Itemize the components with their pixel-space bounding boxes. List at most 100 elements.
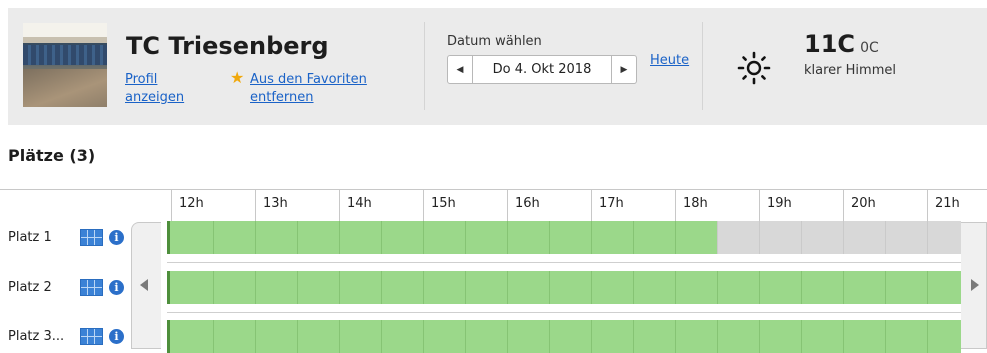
free-slot[interactable] (843, 271, 885, 304)
today-link[interactable]: Heute (650, 53, 689, 68)
free-slot[interactable] (213, 271, 255, 304)
free-slot[interactable] (167, 271, 213, 304)
free-slot[interactable] (423, 320, 465, 353)
court-grid-icon[interactable] (80, 279, 103, 296)
free-slot[interactable] (255, 271, 297, 304)
arrow-left-icon (140, 279, 148, 291)
booked-slot[interactable] (843, 221, 885, 254)
free-slot[interactable] (717, 320, 759, 353)
free-slot[interactable] (465, 271, 507, 304)
free-slot[interactable] (759, 271, 801, 304)
info-icon[interactable]: i (109, 329, 124, 344)
booked-slot[interactable] (885, 221, 927, 254)
free-slot[interactable] (381, 221, 423, 254)
free-slot[interactable] (381, 320, 423, 353)
free-slot[interactable] (675, 271, 717, 304)
hour-label: 19h (759, 190, 843, 221)
free-slot[interactable] (255, 221, 297, 254)
free-slot[interactable] (549, 221, 591, 254)
court-name: Platz 1 (8, 230, 52, 245)
sun-icon (737, 51, 771, 85)
booked-slot[interactable] (717, 221, 759, 254)
club-header: TC Triesenberg Profil anzeigen ★ Aus den… (8, 8, 987, 125)
booked-slot[interactable] (927, 221, 961, 254)
lane-separator (167, 312, 961, 313)
free-slot[interactable] (801, 320, 843, 353)
profile-link[interactable]: Profil anzeigen (125, 71, 205, 107)
date-label: Datum wählen (447, 34, 542, 49)
hour-label: 14h (339, 190, 423, 221)
free-slot[interactable] (339, 271, 381, 304)
free-slot[interactable] (213, 221, 255, 254)
weather-description: klarer Himmel (804, 63, 896, 78)
date-value[interactable]: Do 4. Okt 2018 (473, 56, 611, 83)
court-name: Platz 2 (8, 280, 52, 295)
hour-label: 17h (591, 190, 675, 221)
free-slot[interactable] (633, 271, 675, 304)
free-slot[interactable] (591, 221, 633, 254)
free-slot[interactable] (675, 320, 717, 353)
free-slot[interactable] (297, 320, 339, 353)
free-slot[interactable] (717, 271, 759, 304)
free-slot[interactable] (339, 221, 381, 254)
free-slot[interactable] (297, 271, 339, 304)
free-slot[interactable] (423, 221, 465, 254)
free-slot[interactable] (339, 320, 381, 353)
free-slot[interactable] (465, 221, 507, 254)
court-grid-icon[interactable] (80, 229, 103, 246)
hour-label: 21h (927, 190, 987, 221)
free-slot[interactable] (213, 320, 255, 353)
free-slot[interactable] (167, 221, 213, 254)
arrow-right-icon (971, 279, 979, 291)
court-grid-icon[interactable] (80, 328, 103, 345)
free-slot[interactable] (507, 221, 549, 254)
info-icon[interactable]: i (109, 280, 124, 295)
free-slot[interactable] (507, 320, 549, 353)
court-name: Platz 3... (8, 329, 65, 344)
free-slot[interactable] (633, 320, 675, 353)
remove-favorite-link[interactable]: Aus den Favoriten entfernen (250, 71, 390, 107)
free-slot[interactable] (759, 320, 801, 353)
free-slot[interactable] (423, 271, 465, 304)
free-slot[interactable] (507, 271, 549, 304)
date-picker: ◀ Do 4. Okt 2018 ▶ (447, 55, 637, 84)
free-slot[interactable] (801, 271, 843, 304)
free-slot[interactable] (843, 320, 885, 353)
club-name: TC Triesenberg (126, 32, 329, 60)
hour-label: 12h (171, 190, 255, 221)
court-lane (167, 221, 961, 254)
free-slot[interactable] (167, 320, 213, 353)
free-slot[interactable] (675, 221, 717, 254)
hour-label: 13h (255, 190, 339, 221)
free-slot[interactable] (297, 221, 339, 254)
previous-day-button[interactable]: ◀ (448, 56, 473, 83)
temperature-low: 0C (860, 40, 879, 56)
hour-label: 20h (843, 190, 927, 221)
free-slot[interactable] (633, 221, 675, 254)
free-slot[interactable] (255, 320, 297, 353)
hour-label: 16h (507, 190, 591, 221)
club-photo[interactable] (23, 23, 107, 107)
free-slot[interactable] (465, 320, 507, 353)
free-slot[interactable] (591, 320, 633, 353)
hour-label: 15h (423, 190, 507, 221)
free-slot[interactable] (549, 320, 591, 353)
temperature-high: 11C (804, 30, 856, 58)
temperature: 11C 0C (804, 30, 879, 58)
star-icon: ★ (230, 68, 245, 87)
info-icon[interactable]: i (109, 230, 124, 245)
free-slot[interactable] (885, 271, 927, 304)
free-slot[interactable] (549, 271, 591, 304)
booked-slot[interactable] (759, 221, 801, 254)
scroll-left-button[interactable] (131, 222, 161, 349)
free-slot[interactable] (381, 271, 423, 304)
free-slot[interactable] (885, 320, 927, 353)
scroll-right-button[interactable] (961, 222, 987, 349)
booked-slot[interactable] (801, 221, 843, 254)
next-day-button[interactable]: ▶ (611, 56, 636, 83)
free-slot[interactable] (927, 320, 961, 353)
free-slot[interactable] (591, 271, 633, 304)
hour-label: 18h (675, 190, 759, 221)
court-lane (167, 320, 961, 353)
free-slot[interactable] (927, 271, 961, 304)
